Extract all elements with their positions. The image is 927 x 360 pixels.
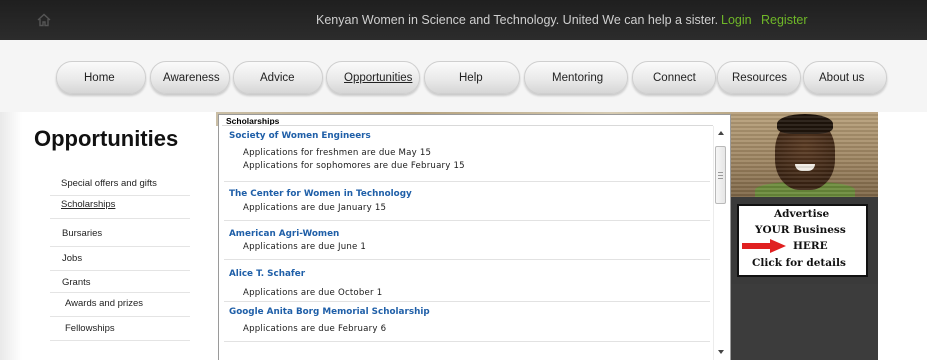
sidebar-item-jobs[interactable]: Jobs xyxy=(62,253,82,264)
nav-connect-label: Connect xyxy=(653,72,696,84)
scholarship-detail: Applications are due January 15 xyxy=(243,203,387,213)
sidebar-item-fellowships[interactable]: Fellowships xyxy=(65,323,115,334)
scholarship-detail: Applications are due February 6 xyxy=(243,324,387,334)
sidebar-item-scholarships[interactable]: Scholarships xyxy=(61,199,115,210)
sidebar-divider xyxy=(50,218,190,219)
entry-divider xyxy=(224,181,710,182)
panel-title-divider xyxy=(222,125,713,126)
right-arrow-icon xyxy=(742,239,786,253)
nav-home[interactable]: Home xyxy=(56,61,146,94)
sidebar-item-grants[interactable]: Grants xyxy=(62,277,91,288)
scroll-up-arrow-icon[interactable] xyxy=(718,131,724,135)
scholarship-detail: Applications for sophomores are due Febr… xyxy=(243,161,465,171)
scholarship-name[interactable]: Google Anita Borg Memorial Scholarship xyxy=(229,307,430,317)
nav-advice[interactable]: Advice xyxy=(233,61,323,94)
site-tagline: Kenyan Women in Science and Technology. … xyxy=(316,13,719,27)
sidebar-divider xyxy=(50,292,190,293)
sidebar-item-special-offers[interactable]: Special offers and gifts xyxy=(61,178,157,189)
nav-awareness-label: Awareness xyxy=(163,72,220,84)
nav-resources[interactable]: Resources xyxy=(717,61,801,94)
grip-icon xyxy=(718,178,723,179)
grip-icon xyxy=(718,175,723,176)
register-link[interactable]: Register xyxy=(761,13,808,27)
right-column-footer xyxy=(731,284,878,360)
nav-connect[interactable]: Connect xyxy=(632,61,716,94)
sidebar-divider xyxy=(50,246,190,247)
sidebar-item-bursaries[interactable]: Bursaries xyxy=(62,228,102,239)
sidebar-divider xyxy=(50,316,190,317)
scholarship-detail: Applications are due October 1 xyxy=(243,288,383,298)
entry-divider xyxy=(224,220,710,221)
nav-mentoring[interactable]: Mentoring xyxy=(524,61,628,94)
entry-divider xyxy=(224,259,710,260)
nav-about-us-label: About us xyxy=(819,72,865,84)
sidebar-divider xyxy=(50,270,190,271)
page-title: Opportunities xyxy=(34,126,179,151)
scroll-down-arrow-icon[interactable] xyxy=(718,350,724,354)
sidebar-item-awards[interactable]: Awards and prizes xyxy=(65,298,143,309)
sidebar-shade xyxy=(0,112,22,360)
nav-awareness[interactable]: Awareness xyxy=(150,61,230,94)
nav-resources-label: Resources xyxy=(732,72,787,84)
profile-photo xyxy=(731,112,878,197)
sidebar-divider xyxy=(50,340,190,341)
scholarship-name[interactable]: American Agri-Women xyxy=(229,229,339,239)
scholarship-detail: Applications for freshmen are due May 15 xyxy=(243,148,432,158)
ad-line-here: HERE xyxy=(793,240,828,252)
scholarship-detail: Applications are due June 1 xyxy=(243,242,367,252)
nav-opportunities[interactable]: Opportunities xyxy=(326,61,420,94)
nav-opportunities-label: Opportunities xyxy=(344,72,413,84)
login-link[interactable]: Login xyxy=(721,13,752,27)
nav-mentoring-label: Mentoring xyxy=(552,72,604,84)
nav-help-label: Help xyxy=(459,72,483,84)
right-margin xyxy=(878,112,927,360)
entry-divider xyxy=(224,341,710,342)
scholarship-name[interactable]: Alice T. Schafer xyxy=(229,269,305,279)
sidebar-divider xyxy=(50,195,190,196)
nav-about-us[interactable]: About us xyxy=(803,61,887,94)
ad-line-business: YOUR Business xyxy=(755,224,846,236)
grip-icon xyxy=(718,172,723,173)
nav-home-label: Home xyxy=(84,72,115,84)
scholarship-name[interactable]: The Center for Women in Technology xyxy=(229,189,412,199)
ad-line-advertise: Advertise xyxy=(774,208,830,220)
nav-advice-label: Advice xyxy=(260,72,295,84)
entry-divider xyxy=(224,301,710,302)
scholarship-name[interactable]: Society of Women Engineers xyxy=(229,131,371,141)
nav-help[interactable]: Help xyxy=(424,61,520,94)
ad-line-click: Click for details xyxy=(752,257,846,269)
home-icon[interactable] xyxy=(36,12,52,28)
